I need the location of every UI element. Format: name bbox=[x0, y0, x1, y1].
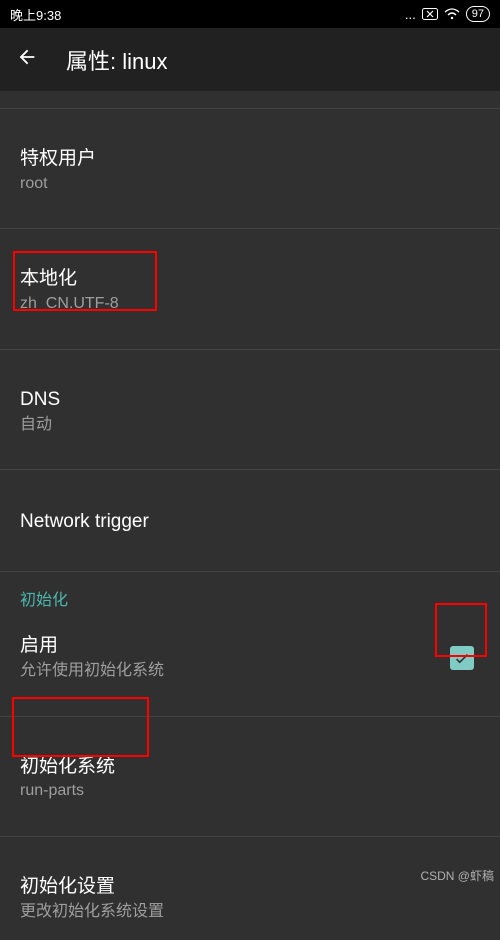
setting-title: 本地化 bbox=[20, 267, 480, 292]
setting-title: DNS bbox=[20, 388, 480, 413]
setting-title: Network trigger bbox=[20, 510, 480, 535]
settings-list: 特权用户 root 本地化 zh_CN.UTF-8 DNS 自动 Network… bbox=[0, 91, 500, 940]
setting-value: zh_CN.UTF-8 bbox=[20, 294, 480, 315]
status-time: 晚上9:38 bbox=[10, 5, 61, 24]
section-header-init: 初始化 bbox=[0, 572, 500, 622]
checkbox-enable-init[interactable] bbox=[450, 646, 474, 670]
setting-value: run-parts bbox=[20, 781, 480, 802]
status-bar: 晚上9:38 ... 97 bbox=[0, 0, 500, 28]
setting-init-system[interactable]: 初始化系统 run-parts bbox=[0, 738, 500, 819]
setting-privileged-user[interactable]: 特权用户 root bbox=[0, 130, 500, 211]
setting-network-trigger[interactable]: Network trigger bbox=[0, 491, 500, 554]
setting-title: 特权用户 bbox=[20, 147, 480, 172]
setting-sub: 允许使用初始化系统 bbox=[20, 661, 164, 682]
battery-indicator: 97 bbox=[466, 6, 490, 22]
app-bar: 属性: linux bbox=[0, 28, 500, 91]
setting-title: 初始化系统 bbox=[20, 755, 480, 780]
status-dots-icon: ... bbox=[405, 7, 416, 22]
status-close-icon bbox=[422, 8, 438, 20]
setting-init-enable[interactable]: 启用 允许使用初始化系统 bbox=[0, 622, 500, 698]
setting-locale[interactable]: 本地化 zh_CN.UTF-8 bbox=[0, 250, 500, 331]
setting-dns[interactable]: DNS 自动 bbox=[0, 371, 500, 452]
setting-value: 自动 bbox=[20, 415, 480, 436]
setting-title: 启用 bbox=[20, 634, 164, 659]
setting-value: root bbox=[20, 174, 480, 195]
watermark: CSDN @虾稿 bbox=[420, 867, 494, 884]
back-arrow-icon[interactable] bbox=[16, 46, 38, 73]
wifi-icon bbox=[444, 8, 460, 20]
status-right: ... 97 bbox=[405, 6, 490, 22]
setting-title: 初始化设置 bbox=[20, 875, 480, 900]
setting-sub: 更改初始化系统设置 bbox=[20, 902, 480, 923]
page-title: 属性: linux bbox=[66, 44, 167, 76]
check-icon bbox=[453, 649, 471, 667]
